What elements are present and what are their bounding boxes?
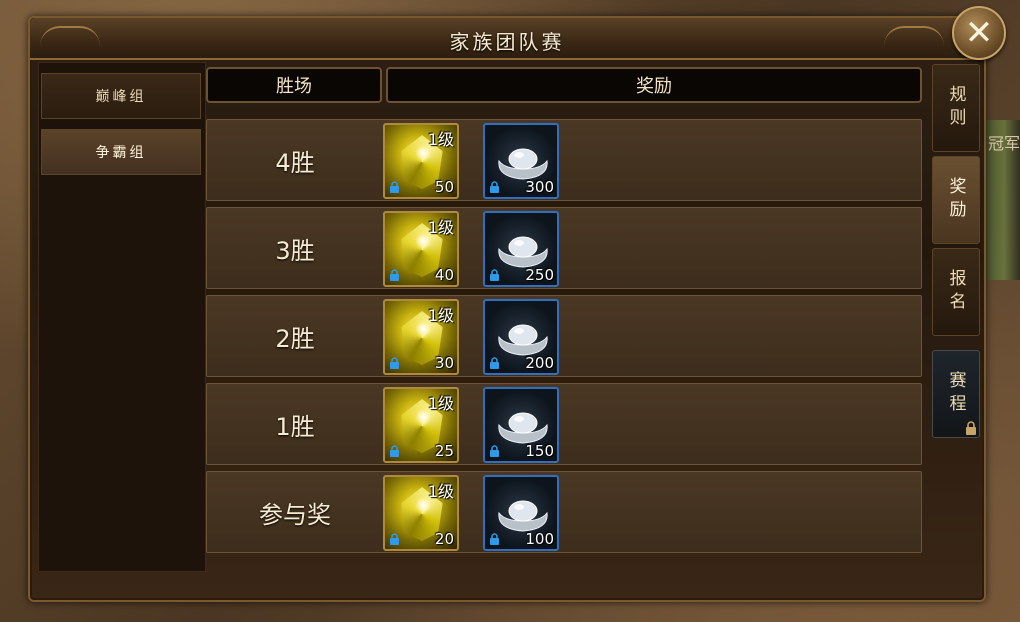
tab-signup[interactable]: 报名 xyxy=(932,248,980,336)
silver-item-slot[interactable]: 100 xyxy=(483,475,559,551)
side-tab-bar: 规则 奖励 报名 赛程 xyxy=(930,62,984,570)
close-icon: ✕ xyxy=(964,13,994,53)
lock-icon xyxy=(390,181,399,193)
item-count: 200 xyxy=(525,354,554,372)
lock-icon xyxy=(390,533,399,545)
silver-ingot-icon xyxy=(498,500,548,532)
gem-item-slot[interactable]: 1级 40 xyxy=(383,211,459,287)
row-label: 1胜 xyxy=(275,412,315,441)
item-count: 25 xyxy=(434,442,454,460)
table-row: 4胜 1级 50 300 xyxy=(206,119,922,201)
silver-item-slot[interactable]: 150 xyxy=(483,387,559,463)
table-row: 3胜 1级 40 250 xyxy=(206,207,922,289)
lock-icon xyxy=(390,445,399,457)
item-level: 1级 xyxy=(427,394,454,413)
group-tab-peak[interactable]: 巅峰组 xyxy=(41,73,201,119)
gem-item-slot[interactable]: 1级 20 xyxy=(383,475,459,551)
lock-icon xyxy=(966,421,976,435)
silver-ingot-icon xyxy=(498,236,548,268)
table-row: 参与奖 1级 20 100 xyxy=(206,471,922,553)
gem-item-slot[interactable]: 1级 30 xyxy=(383,299,459,375)
row-label: 参与奖 xyxy=(259,500,331,529)
tab-schedule-label: 赛程 xyxy=(945,371,966,417)
lock-icon xyxy=(490,269,499,281)
item-count: 50 xyxy=(434,178,454,196)
header-wins: 胜场 xyxy=(206,67,382,103)
lock-icon xyxy=(490,533,499,545)
background-text: 冠军 xyxy=(987,134,1020,153)
lock-icon xyxy=(490,445,499,457)
silver-item-slot[interactable]: 200 xyxy=(483,299,559,375)
item-count: 300 xyxy=(525,178,554,196)
silver-item-slot[interactable]: 300 xyxy=(483,123,559,199)
group-tab-contend[interactable]: 争霸组 xyxy=(41,129,201,175)
close-button[interactable]: ✕ xyxy=(952,6,1006,60)
item-level: 1级 xyxy=(427,130,454,149)
item-count: 30 xyxy=(434,354,454,372)
silver-item-slot[interactable]: 250 xyxy=(483,211,559,287)
item-count: 100 xyxy=(525,530,554,548)
lock-icon xyxy=(390,357,399,369)
lock-icon xyxy=(490,181,499,193)
header-reward: 奖励 xyxy=(386,67,922,103)
item-level: 1级 xyxy=(427,218,454,237)
item-count: 250 xyxy=(525,266,554,284)
item-count: 150 xyxy=(525,442,554,460)
tab-rewards[interactable]: 奖励 xyxy=(932,156,980,244)
gem-item-slot[interactable]: 1级 50 xyxy=(383,123,459,199)
item-count: 40 xyxy=(434,266,454,284)
title-bar: 家族团队赛 xyxy=(30,18,984,60)
silver-ingot-icon xyxy=(498,324,548,356)
group-list: 巅峰组 争霸组 xyxy=(38,62,206,572)
tab-rules[interactable]: 规则 xyxy=(932,64,980,152)
silver-ingot-icon xyxy=(498,412,548,444)
silver-ingot-icon xyxy=(498,148,548,180)
tab-schedule[interactable]: 赛程 xyxy=(932,350,980,438)
row-label: 3胜 xyxy=(275,236,315,265)
item-count: 20 xyxy=(434,530,454,548)
row-label: 4胜 xyxy=(275,148,315,177)
reward-table: 胜场 奖励 4胜 1级 50 300 3胜 1级 40 250 2胜 1级 30… xyxy=(206,62,926,570)
table-row: 2胜 1级 30 200 xyxy=(206,295,922,377)
lock-icon xyxy=(390,269,399,281)
lock-icon xyxy=(490,357,499,369)
row-label: 2胜 xyxy=(275,324,315,353)
item-level: 1级 xyxy=(427,482,454,501)
item-level: 1级 xyxy=(427,306,454,325)
window-title: 家族团队赛 xyxy=(449,30,565,54)
gem-item-slot[interactable]: 1级 25 xyxy=(383,387,459,463)
table-row: 1胜 1级 25 150 xyxy=(206,383,922,465)
